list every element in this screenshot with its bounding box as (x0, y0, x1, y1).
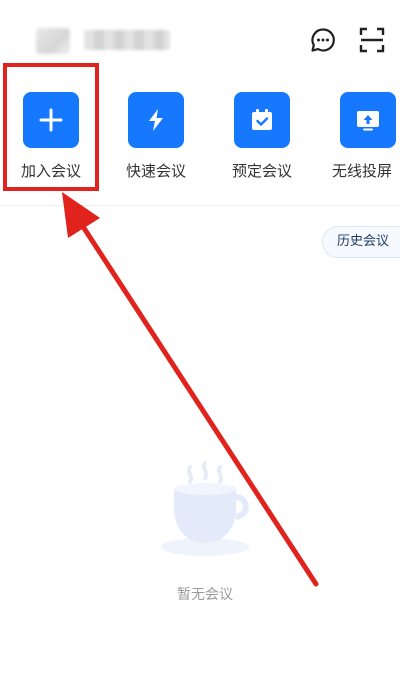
avatar[interactable] (36, 28, 70, 54)
wireless-cast-button[interactable]: 无线投屏 (328, 88, 400, 181)
message-bubble-icon[interactable] (309, 26, 337, 54)
calendar-check-icon (252, 109, 272, 130)
username-blurred (84, 30, 170, 50)
wireless-cast-label: 无线投屏 (332, 162, 393, 180)
lightning-icon (149, 109, 163, 131)
quick-actions: 加入会议 快速会议 预定会议 无线投屏 (0, 88, 400, 188)
join-meeting-button[interactable]: 加入会议 (11, 88, 91, 181)
empty-state-text: 暂无会议 (177, 587, 233, 603)
join-meeting-label: 加入会议 (20, 162, 81, 180)
quick-meeting-button[interactable]: 快速会议 (116, 88, 196, 181)
quick-meeting-label: 快速会议 (125, 162, 186, 180)
plus-icon (39, 108, 63, 132)
scan-icon[interactable] (358, 26, 386, 54)
schedule-meeting-button[interactable]: 预定会议 (222, 88, 302, 181)
divider (0, 205, 400, 206)
coffee-cup-icon (161, 461, 249, 556)
screen-cast-icon (357, 111, 379, 131)
history-meetings-label: 历史会议 (337, 234, 390, 249)
schedule-meeting-label: 预定会议 (231, 162, 292, 180)
history-meetings-button[interactable]: 历史会议 (322, 226, 400, 258)
top-bar (0, 0, 400, 80)
